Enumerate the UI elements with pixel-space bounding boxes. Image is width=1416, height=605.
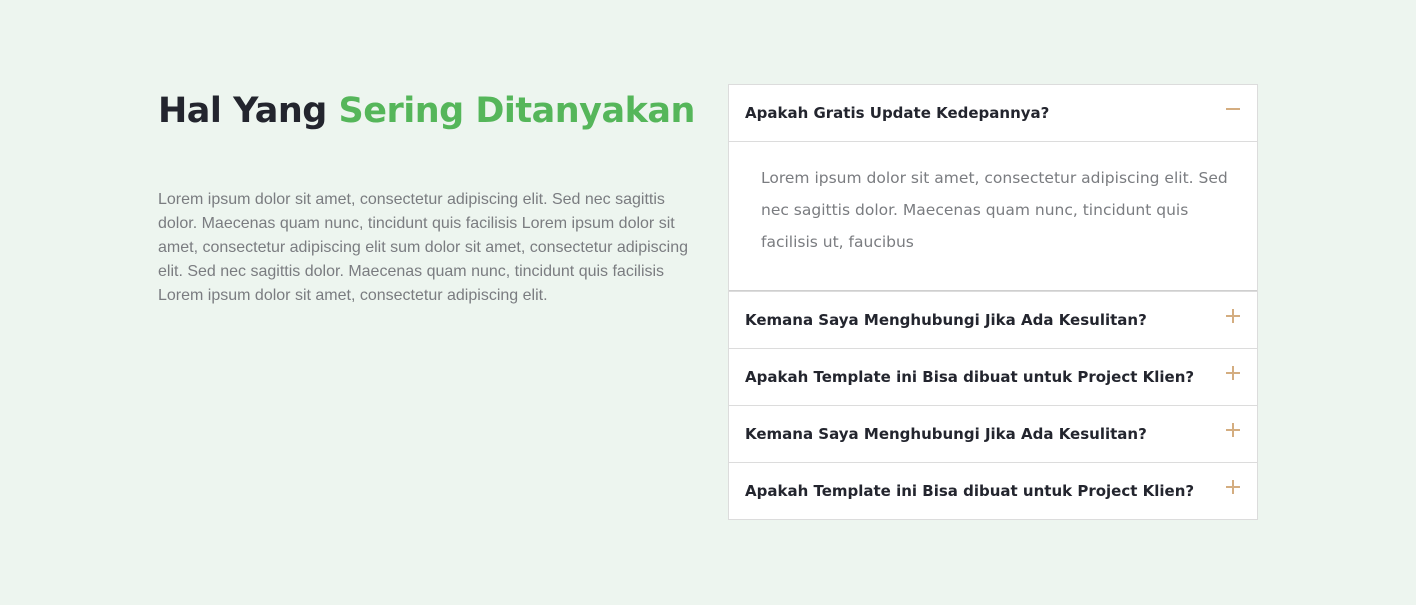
plus-icon[interactable] <box>1225 479 1241 495</box>
faq-question: Apakah Gratis Update Kedepannya? <box>745 104 1050 122</box>
faq-section: Hal Yang Sering Ditanyakan Lorem ipsum d… <box>0 0 1416 605</box>
faq-toggle[interactable]: Kemana Saya Menghubungi Jika Ada Kesulit… <box>729 292 1257 348</box>
faq-question: Kemana Saya Menghubungi Jika Ada Kesulit… <box>745 311 1147 329</box>
faq-item: Apakah Template ini Bisa dibuat untuk Pr… <box>729 462 1257 519</box>
plus-icon[interactable] <box>1225 308 1241 324</box>
plus-icon[interactable] <box>1225 365 1241 381</box>
title-part-dark: Hal Yang <box>158 91 327 131</box>
faq-toggle[interactable]: Apakah Gratis Update Kedepannya? <box>729 85 1257 141</box>
minus-icon[interactable] <box>1225 101 1241 117</box>
faq-item: Apakah Template ini Bisa dibuat untuk Pr… <box>729 348 1257 405</box>
faq-answer: Lorem ipsum dolor sit amet, consectetur … <box>729 141 1257 291</box>
faq-item: Kemana Saya Menghubungi Jika Ada Kesulit… <box>729 405 1257 462</box>
section-title: Hal Yang Sering Ditanyakan <box>158 88 696 134</box>
faq-toggle[interactable]: Apakah Template ini Bisa dibuat untuk Pr… <box>729 349 1257 405</box>
section-description: Lorem ipsum dolor sit amet, consectetur … <box>158 191 689 304</box>
faq-question: Apakah Template ini Bisa dibuat untuk Pr… <box>745 482 1195 500</box>
faq-toggle[interactable]: Kemana Saya Menghubungi Jika Ada Kesulit… <box>729 406 1257 462</box>
faq-toggle[interactable]: Apakah Template ini Bisa dibuat untuk Pr… <box>729 463 1257 519</box>
title-part-accent: Sering Ditanyakan <box>338 91 696 131</box>
faq-question: Kemana Saya Menghubungi Jika Ada Kesulit… <box>745 425 1147 443</box>
faq-accordion: Apakah Gratis Update Kedepannya? Lorem i… <box>728 84 1258 520</box>
faq-item: Apakah Gratis Update Kedepannya? Lorem i… <box>729 85 1257 291</box>
plus-icon[interactable] <box>1225 422 1241 438</box>
faq-question: Apakah Template ini Bisa dibuat untuk Pr… <box>745 368 1195 386</box>
faq-intro: Hal Yang Sering Ditanyakan Lorem ipsum d… <box>158 88 696 308</box>
faq-item: Kemana Saya Menghubungi Jika Ada Kesulit… <box>729 291 1257 348</box>
